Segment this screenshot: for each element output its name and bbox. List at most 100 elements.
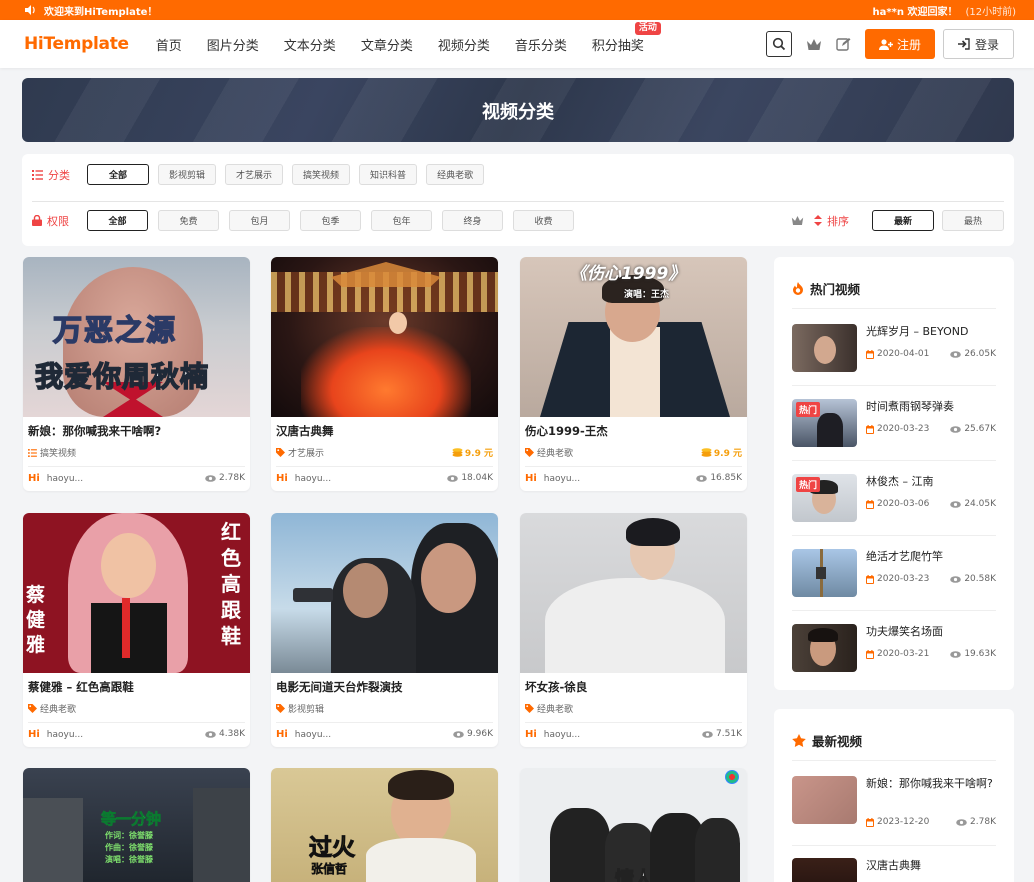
video-thumbnail[interactable]: 过火 张信哲 — [271, 768, 498, 882]
video-card[interactable]: 坏女孩-徐良 经典老歌 Hi haoyu... 7.51K — [520, 513, 747, 747]
nav-articles[interactable]: 文章分类 — [361, 35, 413, 54]
hot-video-item[interactable]: 光辉岁月 – BEYOND 2020-04-01 26.05K — [792, 324, 996, 374]
latest-video-title[interactable]: 新娘：那你喊我来干啥啊? — [866, 776, 996, 791]
hot-video-thumbnail[interactable] — [792, 324, 857, 372]
hot-video-item[interactable]: 绝活才艺爬竹竿 2020-03-23 20.58K — [792, 549, 996, 599]
nav-images[interactable]: 图片分类 — [207, 35, 259, 54]
permission-lifetime[interactable]: 终身 — [442, 210, 503, 231]
nav-lottery[interactable]: 积分抽奖 活动 — [592, 21, 661, 54]
video-author[interactable]: Hi haoyu... — [525, 729, 580, 740]
eye-icon — [702, 730, 713, 738]
video-author[interactable]: Hi haoyu... — [525, 473, 580, 484]
video-thumbnail[interactable]: 《伤心1999》 演唱：王杰 — [520, 257, 747, 417]
video-thumbnail[interactable]: 红色高跟鞋 蔡健雅 — [23, 513, 250, 673]
hot-video-title[interactable]: 时间煮雨钢琴弹奏 — [866, 399, 996, 414]
video-thumbnail[interactable]: 万恶之源 我爱你周秋楠 — [23, 257, 250, 417]
video-card[interactable]: 等一分钟 作词：徐誉滕 作曲：徐誉滕 演唱：徐誉滕 — [23, 768, 250, 882]
hot-video-thumbnail[interactable] — [792, 624, 857, 672]
video-card[interactable]: 情人 — [520, 768, 747, 882]
latest-video-item[interactable]: 新娘：那你喊我来干啥啊? 2023-12-20 2.78K — [792, 776, 996, 827]
video-card[interactable]: 电影无间道天台炸裂演技 影视剪辑 Hi haoyu... 9.96K — [271, 513, 498, 747]
hot-video-title[interactable]: 绝活才艺爬竹竿 — [866, 549, 996, 564]
category-filter-row: 分类 全部 影视剪辑 才艺展示 搞笑视频 知识科普 经典老歌 — [32, 164, 1004, 185]
permission-paid[interactable]: 收费 — [513, 210, 574, 231]
video-category[interactable]: 才艺展示 — [276, 446, 324, 459]
video-card[interactable]: 汉唐古典舞 才艺展示 9.9 元 Hi haoyu... 18.04K — [271, 257, 498, 491]
permission-quarterly[interactable]: 包季 — [300, 210, 361, 231]
latest-videos-heading: 最新视频 — [792, 731, 862, 750]
video-title[interactable]: 蔡健雅 – 红色高跟鞋 — [28, 679, 134, 695]
video-category[interactable]: 经典老歌 — [525, 702, 573, 715]
video-title[interactable]: 坏女孩-徐良 — [525, 679, 587, 695]
calendar-icon — [866, 349, 874, 359]
coins-icon — [701, 448, 712, 457]
coins-icon — [452, 448, 463, 457]
video-category[interactable]: 经典老歌 — [28, 702, 76, 715]
video-views: 4.38K — [205, 729, 245, 739]
video-card[interactable]: 《伤心1999》 演唱：王杰 伤心1999-王杰 经典老歌 9.9 元 Hi ha… — [520, 257, 747, 491]
category-classic-songs[interactable]: 经典老歌 — [426, 164, 485, 185]
thumbnail-caption: 过火 — [309, 835, 356, 862]
video-author[interactable]: Hi haoyu... — [276, 729, 331, 740]
thumbnail-caption: 演唱：王杰 — [624, 290, 670, 300]
vip-crown-button[interactable] — [806, 38, 822, 51]
search-button[interactable] — [766, 31, 792, 57]
video-thumbnail[interactable] — [271, 257, 498, 417]
nav-videos[interactable]: 视频分类 — [438, 35, 490, 54]
video-thumbnail[interactable] — [271, 513, 498, 673]
video-thumbnail[interactable] — [520, 513, 747, 673]
hot-video-title[interactable]: 功夫爆笑名场面 — [866, 624, 996, 639]
video-thumbnail[interactable]: 等一分钟 作词：徐誉滕 作曲：徐誉滕 演唱：徐誉滕 — [23, 768, 250, 882]
nav-text[interactable]: 文本分类 — [284, 35, 336, 54]
category-science[interactable]: 知识科普 — [359, 164, 418, 185]
video-title[interactable]: 新娘：那你喊我来干啥啊? — [28, 423, 161, 439]
video-author[interactable]: Hi haoyu... — [276, 473, 331, 484]
hot-video-item[interactable]: 热门 时间煮雨钢琴弹奏 2020-03-23 25.67K — [792, 399, 996, 449]
sort-hottest[interactable]: 最热 — [942, 210, 1004, 231]
permission-yearly[interactable]: 包年 — [371, 210, 432, 231]
hot-video-thumbnail[interactable]: 热门 — [792, 474, 857, 522]
nav-home[interactable]: 首页 — [156, 35, 182, 54]
latest-video-item[interactable]: 汉唐古典舞 — [792, 858, 996, 882]
category-all[interactable]: 全部 — [87, 164, 149, 185]
sort-newest[interactable]: 最新 — [872, 210, 934, 231]
hot-video-thumbnail[interactable]: 热门 — [792, 399, 857, 447]
register-button[interactable]: 注册 — [865, 29, 935, 59]
hot-video-item[interactable]: 热门 林俊杰 – 江南 2020-03-06 24.05K — [792, 474, 996, 524]
permission-all[interactable]: 全部 — [87, 210, 148, 231]
video-title[interactable]: 汉唐古典舞 — [276, 423, 334, 439]
panel-divider — [792, 760, 996, 761]
video-views: 18.04K — [447, 473, 493, 483]
author-avatar: Hi — [276, 729, 288, 740]
video-category[interactable]: 经典老歌 — [525, 446, 573, 459]
video-thumbnail[interactable]: 情人 — [520, 768, 747, 882]
hot-video-thumbnail[interactable] — [792, 549, 857, 597]
site-logo[interactable]: HiTemplate — [24, 34, 129, 54]
video-card[interactable]: 红色高跟鞋 蔡健雅 蔡健雅 – 红色高跟鞋 经典老歌 Hi haoyu... 4.… — [23, 513, 250, 747]
edit-button[interactable] — [836, 37, 851, 52]
speaker-icon — [25, 5, 35, 15]
latest-video-thumbnail[interactable] — [792, 858, 857, 882]
video-title[interactable]: 电影无间道天台炸裂演技 — [276, 679, 403, 695]
nav-music[interactable]: 音乐分类 — [515, 35, 567, 54]
video-author[interactable]: Hi haoyu... — [28, 729, 83, 740]
permission-free[interactable]: 免费 — [158, 210, 219, 231]
video-author[interactable]: Hi haoyu... — [28, 473, 83, 484]
permission-monthly[interactable]: 包月 — [229, 210, 290, 231]
category-funny[interactable]: 搞笑视频 — [292, 164, 351, 185]
video-card[interactable]: 万恶之源 我爱你周秋楠 新娘：那你喊我来干啥啊? 搞笑视频 Hi haoyu...… — [23, 257, 250, 491]
thumbnail-caption: 作词：徐誉滕 — [105, 831, 153, 840]
video-card[interactable]: 过火 张信哲 — [271, 768, 498, 882]
video-category[interactable]: 搞笑视频 — [28, 446, 76, 459]
hot-video-title[interactable]: 光辉岁月 – BEYOND — [866, 324, 996, 339]
latest-video-date: 2023-12-20 — [866, 817, 929, 827]
hot-video-item[interactable]: 功夫爆笑名场面 2020-03-21 19.63K — [792, 624, 996, 674]
category-film-clips[interactable]: 影视剪辑 — [158, 164, 217, 185]
hot-video-title[interactable]: 林俊杰 – 江南 — [866, 474, 996, 489]
login-button[interactable]: 登录 — [943, 29, 1014, 59]
latest-video-thumbnail[interactable] — [792, 776, 857, 824]
video-category[interactable]: 影视剪辑 — [276, 702, 324, 715]
video-title[interactable]: 伤心1999-王杰 — [525, 423, 608, 439]
category-talent[interactable]: 才艺展示 — [225, 164, 284, 185]
latest-video-title[interactable]: 汉唐古典舞 — [866, 858, 996, 873]
